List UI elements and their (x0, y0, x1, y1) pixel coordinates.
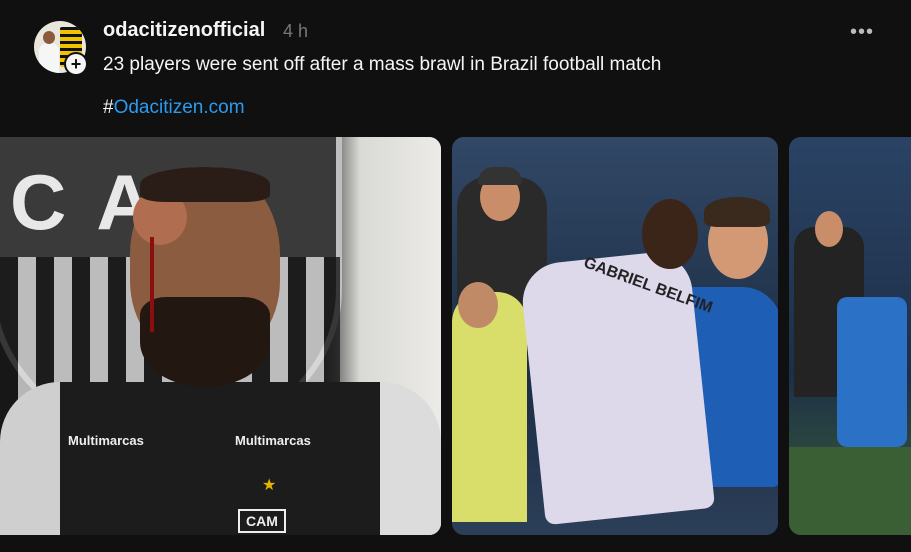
player-yellow-head (458, 282, 498, 328)
player-white-head (642, 199, 698, 269)
player-hair (140, 167, 270, 202)
referee-cap (478, 167, 522, 185)
player-beard (140, 297, 270, 387)
blood-streak (150, 237, 154, 332)
username[interactable]: odacitizenofficial (103, 19, 265, 42)
pitch (789, 447, 911, 535)
hashtag: #Odacitizen.com (103, 97, 245, 119)
player-yellow-kit (452, 292, 527, 522)
post-timestamp[interactable]: 4 h (283, 21, 308, 42)
follow-button[interactable]: + (64, 52, 88, 76)
referee-head (815, 211, 843, 247)
follow-plus-icon: + (66, 54, 86, 74)
media-image-2[interactable]: GABRIEL BELFIM (452, 137, 778, 535)
avatar-person-head (43, 31, 55, 44)
hashtag-link[interactable]: Odacitizen.com (114, 97, 245, 118)
player-shirt (0, 382, 441, 535)
media-image-3[interactable] (789, 137, 911, 535)
media-image-1[interactable]: CAM Multimarcas Multimarcas ★ CAM (0, 137, 441, 535)
star-icon: ★ (262, 477, 277, 494)
shirt-sponsor-left: Multimarcas (68, 433, 144, 448)
player-blue-hair (704, 197, 770, 227)
player-blue-kit (837, 297, 907, 447)
avatar-wrap[interactable]: + (34, 21, 88, 76)
more-options-icon[interactable]: ••• (850, 21, 874, 44)
hashtag-prefix: # (103, 97, 114, 118)
post-header: + odacitizenofficial 4 h ••• 23 players … (0, 0, 911, 136)
shirt-crest: CAM (238, 509, 286, 533)
avatar-person-body (39, 43, 59, 73)
post-caption: 23 players were sent off after a mass br… (103, 54, 662, 75)
shirt-sponsor-right: Multimarcas (235, 433, 311, 448)
